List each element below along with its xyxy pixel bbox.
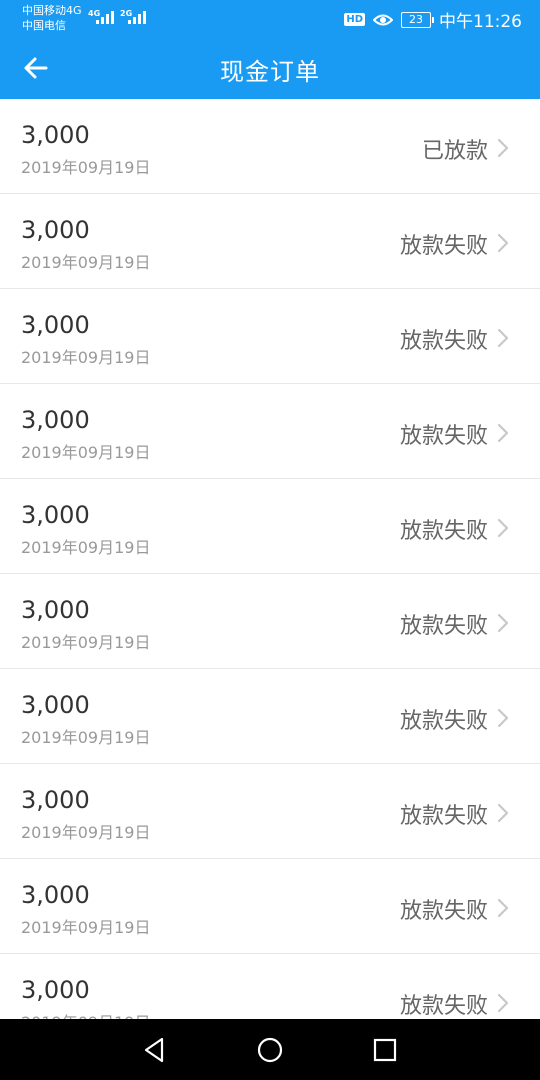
order-amount: 3,000 [21, 311, 90, 339]
order-status: 已放款 [421, 139, 488, 164]
order-row[interactable]: 3,000 2019年09月19日 放款失败 [0, 954, 540, 1019]
order-row[interactable]: 3,000 2019年09月19日 放款失败 [0, 574, 540, 669]
order-row[interactable]: 3,000 2019年09月19日 放款失败 [0, 194, 540, 289]
order-status: 放款失败 [399, 424, 488, 449]
order-row[interactable]: 3,000 2019年09月19日 放款失败 [0, 479, 540, 574]
order-row[interactable]: 3,000 2019年09月19日 放款失败 [0, 669, 540, 764]
order-date: 2019年09月19日 [21, 823, 151, 842]
order-row[interactable]: 3,000 2019年09月19日 放款失败 [0, 289, 540, 384]
chevron-right-icon [497, 423, 509, 443]
order-amount: 3,000 [21, 596, 90, 624]
carrier-info: 中国移动4G 中国电信 [22, 3, 82, 33]
order-status: 放款失败 [399, 614, 488, 639]
order-date: 2019年09月19日 [21, 728, 151, 747]
order-amount: 3,000 [21, 976, 90, 1004]
signal-icon [128, 10, 146, 24]
order-date: 2019年09月19日 [21, 253, 151, 272]
chevron-right-icon [497, 328, 509, 348]
order-status: 放款失败 [399, 329, 488, 354]
order-amount: 3,000 [21, 786, 90, 814]
status-bar: 中国移动4G 中国电信 4G 2G HD 23 中午11:26 [0, 0, 540, 36]
order-row[interactable]: 3,000 2019年09月19日 放款失败 [0, 384, 540, 479]
order-status: 放款失败 [399, 899, 488, 924]
order-date: 2019年09月19日 [21, 633, 151, 652]
order-status: 放款失败 [399, 709, 488, 734]
order-amount: 3,000 [21, 691, 90, 719]
order-date: 2019年09月19日 [21, 918, 151, 937]
order-amount: 3,000 [21, 501, 90, 529]
home-circle-icon[interactable] [255, 1035, 285, 1065]
order-status: 放款失败 [399, 804, 488, 829]
page-title: 现金订单 [220, 58, 320, 86]
app-topbar: 中国移动4G 中国电信 4G 2G HD 23 中午11:26 现金订单 [0, 0, 540, 99]
order-status: 放款失败 [399, 519, 488, 544]
chevron-right-icon [497, 993, 509, 1013]
chevron-right-icon [497, 613, 509, 633]
order-date: 2019年09月19日 [21, 1009, 150, 1019]
back-triangle-icon[interactable] [140, 1035, 170, 1065]
eye-icon [373, 14, 393, 25]
order-date: 2019年09月19日 [21, 443, 151, 462]
battery-level: 23 [409, 12, 423, 26]
order-amount: 3,000 [21, 216, 90, 244]
order-status: 放款失败 [399, 234, 488, 259]
order-status: 放款失败 [399, 994, 488, 1019]
battery-icon: 23 [401, 11, 434, 28]
status-right: HD 23 中午11:26 [344, 7, 522, 32]
order-date: 2019年09月19日 [21, 158, 151, 177]
clock: 中午11:26 [439, 12, 522, 32]
chevron-right-icon [497, 233, 509, 253]
order-date: 2019年09月19日 [21, 348, 151, 367]
order-amount: 3,000 [21, 406, 90, 434]
carrier-1-label: 中国移动4G [22, 4, 82, 17]
chevron-right-icon [497, 708, 509, 728]
order-list: 3,000 2019年09月19日 已放款 3,000 2019年09月19日 放款失败 3… [0, 99, 540, 1019]
signal-icon [96, 10, 114, 24]
order-amount: 3,000 [21, 881, 90, 909]
recents-square-icon[interactable] [370, 1035, 400, 1065]
system-nav-bar [0, 1019, 540, 1080]
hd-badge: HD [344, 13, 365, 26]
order-row[interactable]: 3,000 2019年09月19日 放款失败 [0, 859, 540, 954]
carrier-2-label: 中国电信 [22, 19, 66, 32]
order-amount: 3,000 [21, 121, 90, 149]
chevron-right-icon [497, 138, 509, 158]
order-row[interactable]: 3,000 2019年09月19日 已放款 [0, 99, 540, 194]
order-date: 2019年09月19日 [21, 538, 151, 557]
chevron-right-icon [497, 518, 509, 538]
chevron-right-icon [497, 803, 509, 823]
header: 现金订单 [0, 36, 540, 99]
order-row[interactable]: 3,000 2019年09月19日 放款失败 [0, 764, 540, 859]
chevron-right-icon [497, 898, 509, 918]
